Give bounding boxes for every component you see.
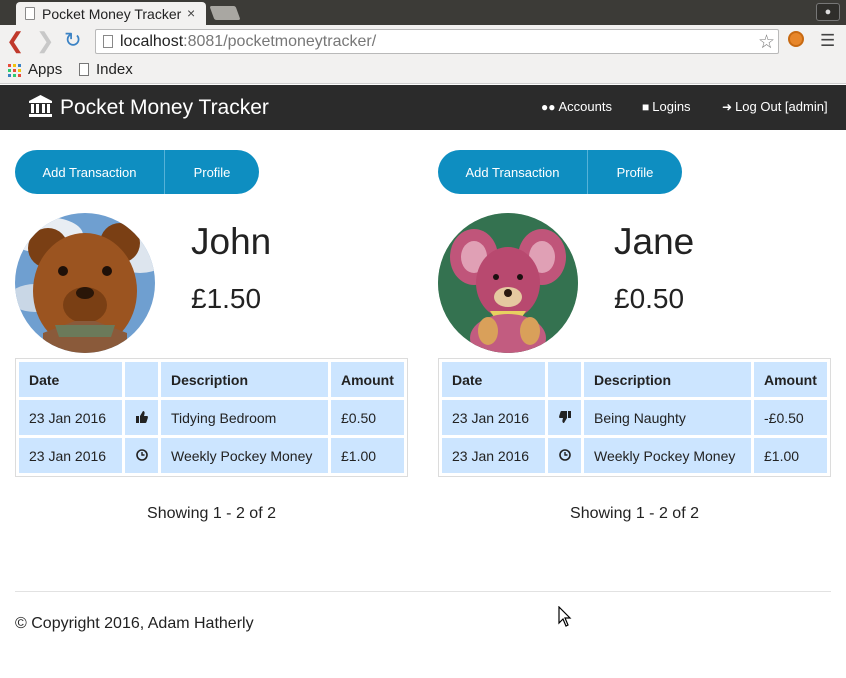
tab-title: Pocket Money Tracker (42, 6, 182, 22)
browser-toolbar: ❮ ❯ ↻ localhost:8081/pocketmoneytracker/… (0, 25, 846, 58)
profile-button[interactable]: Profile (588, 150, 682, 194)
transaction-description: Being Naughty (584, 400, 751, 435)
page-icon (25, 7, 35, 20)
transaction-description: Weekly Pockey Money (161, 438, 328, 473)
profile-button[interactable]: Profile (165, 150, 259, 194)
bank-icon (29, 95, 52, 117)
logout-icon: ➜ (722, 100, 733, 114)
site-navbar: Pocket Money Tracker ●● Accounts ■ Logins … (0, 85, 846, 130)
clock-icon (125, 438, 158, 473)
site-brand[interactable]: Pocket Money Tracker (60, 96, 269, 120)
transactions-table: Date Description Amount 23 Jan 2016 Bein… (438, 358, 831, 477)
pagination-info: Showing 1 - 2 of 2 (570, 505, 699, 522)
transaction-amount: £1.00 (331, 438, 404, 473)
user-profile-icon[interactable]: ● (816, 3, 840, 21)
child-name: Jane (614, 221, 695, 262)
add-transaction-button[interactable]: Add Transaction (15, 150, 165, 194)
transactions-table: Date Description Amount 23 Jan 2016 Tidy… (15, 358, 408, 477)
transaction-amount: £0.50 (331, 400, 404, 435)
menu-icon[interactable]: ☰ (820, 31, 835, 51)
table-row[interactable]: 23 Jan 2016 Weekly Pockey Money £1.00 (442, 438, 827, 473)
transaction-date: 23 Jan 2016 (19, 438, 122, 473)
bookmark-index[interactable]: Index (96, 61, 133, 78)
page-icon (79, 63, 89, 76)
column-header-description: Description (584, 362, 751, 397)
transaction-date: 23 Jan 2016 (442, 400, 545, 435)
child-actions: Add Transaction Profile (438, 150, 682, 194)
address-bar[interactable]: localhost:8081/pocketmoneytracker/ ☆ (95, 29, 779, 54)
table-row[interactable]: 23 Jan 2016 Being Naughty -£0.50 (442, 400, 827, 435)
child-balance: £0.50 (614, 283, 685, 314)
column-header-date: Date (442, 362, 545, 397)
column-header-icon (125, 362, 158, 397)
thumbs-up-icon (125, 400, 158, 435)
clock-icon (548, 438, 581, 473)
nav-logout[interactable]: ➜ Log Out [admin] (722, 99, 828, 114)
back-icon[interactable]: ❮ (6, 29, 24, 53)
column-header-description: Description (161, 362, 328, 397)
page-icon (103, 35, 113, 48)
thumbs-down-icon (548, 400, 581, 435)
footer-divider (15, 591, 831, 592)
column-header-amount: Amount (331, 362, 404, 397)
child-actions: Add Transaction Profile (15, 150, 259, 194)
browser-titlebar: Pocket Money Tracker × ● (0, 0, 846, 25)
transaction-date: 23 Jan 2016 (19, 400, 122, 435)
add-transaction-button[interactable]: Add Transaction (438, 150, 588, 194)
child-panel: Add Transaction Profile John £1.50 Date … (15, 150, 408, 530)
url-text[interactable]: localhost:8081/pocketmoneytracker/ (120, 33, 376, 51)
child-name: John (191, 221, 272, 262)
pagination-info: Showing 1 - 2 of 2 (147, 505, 276, 522)
avatar[interactable] (438, 213, 578, 353)
tab-close-button[interactable]: × (187, 4, 195, 22)
nav-accounts[interactable]: ●● Accounts (541, 99, 612, 114)
browser-tab[interactable]: Pocket Money Tracker × (16, 2, 206, 25)
avatar[interactable] (15, 213, 155, 353)
footer-copyright: © Copyright 2016, Adam Hatherly (15, 615, 254, 632)
transaction-amount: -£0.50 (754, 400, 827, 435)
column-header-icon (548, 362, 581, 397)
transaction-date: 23 Jan 2016 (442, 438, 545, 473)
nav-logins[interactable]: ■ Logins (642, 99, 691, 114)
bookmark-star-icon[interactable]: ☆ (758, 31, 775, 54)
bookmarks-bar: Apps Index (0, 58, 846, 84)
transaction-description: Weekly Pockey Money (584, 438, 751, 473)
transaction-description: Tidying Bedroom (161, 400, 328, 435)
mouse-cursor-icon (558, 606, 572, 627)
table-row[interactable]: 23 Jan 2016 Tidying Bedroom £0.50 (19, 400, 404, 435)
new-tab-button[interactable] (209, 6, 241, 20)
bookmark-apps[interactable]: Apps (28, 61, 62, 78)
users-icon: ●● (541, 100, 556, 114)
extension-icon[interactable] (788, 31, 804, 47)
forward-icon[interactable]: ❯ (36, 29, 54, 53)
transaction-amount: £1.00 (754, 438, 827, 473)
table-row[interactable]: 23 Jan 2016 Weekly Pockey Money £1.00 (19, 438, 404, 473)
reload-icon[interactable]: ↻ (64, 29, 82, 53)
lock-icon: ■ (642, 100, 650, 114)
child-balance: £1.50 (191, 283, 262, 314)
apps-grid-icon[interactable] (8, 64, 21, 77)
column-header-date: Date (19, 362, 122, 397)
child-panel: Add Transaction Profile Jane £0.50 Date … (438, 150, 831, 530)
column-header-amount: Amount (754, 362, 827, 397)
